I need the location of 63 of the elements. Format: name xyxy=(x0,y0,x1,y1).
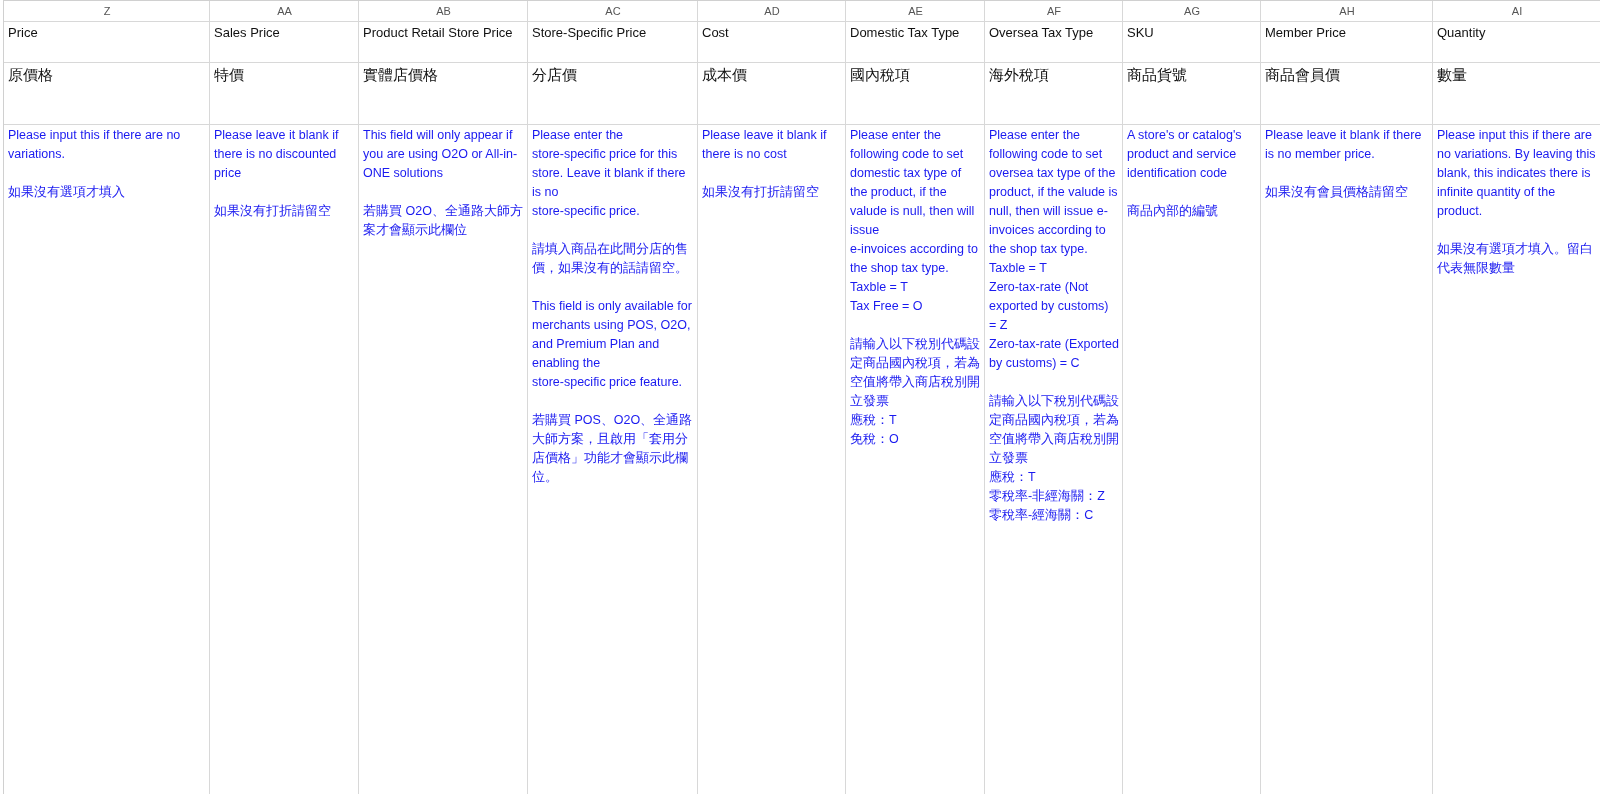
note-text: Please enter the xyxy=(532,127,625,144)
column-header: 商品貨號 xyxy=(1127,66,1187,83)
note-text: Please enter the following code to set oversea tax type of the product, if the valude is null, then will issue e-invoices according to the shop tax type. xyxy=(989,127,1119,258)
column-header: Quantity xyxy=(1437,25,1486,40)
column-header: Member Price xyxy=(1265,25,1346,40)
column-header: Sales Price xyxy=(214,25,280,40)
column-letter: AD xyxy=(764,5,780,17)
note-text: Please input this if there are no variations. xyxy=(8,127,182,163)
column-letter: AI xyxy=(1511,5,1523,17)
note-text: 零稅率-非經海關：Z xyxy=(989,488,1106,505)
column-letter: AB xyxy=(436,5,451,17)
column-header: Price xyxy=(8,25,38,40)
column-letter: AC xyxy=(605,5,621,17)
note-text: 如果沒有打折請留空 xyxy=(702,184,820,201)
note-text: 若購買 POS、O2O、全通路大師方案，且啟用「套用分店價格」功能才會顯示此欄位。 xyxy=(532,412,694,486)
column-header: 數量 xyxy=(1437,66,1467,83)
note-text: 應稅：T xyxy=(989,469,1037,486)
note-text: Tax Free = O xyxy=(850,298,924,315)
note-text: Please input this if there are no variations. By leaving this blank, this indicates there is infinite quantity of the product. xyxy=(1437,127,1597,220)
column-letter: AF xyxy=(1046,5,1062,17)
column-header: SKU xyxy=(1127,25,1154,40)
note-text: Zero-tax-rate (Exported by customs) = C xyxy=(989,336,1119,372)
note-text: 請填入商品在此間分店的售價，如果沒有的話請留空。 xyxy=(532,241,689,277)
column-header: Domestic Tax Type xyxy=(850,25,960,40)
note-text: 如果沒有會員價格請留空 xyxy=(1265,184,1409,201)
note-text: Please leave it blank if there is no discounted price xyxy=(214,127,340,182)
note-text: store-specific price feature. xyxy=(532,374,684,391)
column-letter: Z xyxy=(103,5,111,17)
column-letter: AE xyxy=(908,5,923,17)
column-header: 海外稅項 xyxy=(989,66,1049,83)
note-text: This field will only appear if you are using O2O or All-in-ONE solutions xyxy=(363,127,519,182)
note-text: store-specific price. xyxy=(532,203,641,220)
column-header: 特價 xyxy=(214,66,244,83)
note-text: Please leave it blank if there is no member price. xyxy=(1265,127,1423,163)
note-text: 免稅：O xyxy=(850,431,900,448)
note-text: 請輸入以下稅別代碼設定商品國內稅項，若為空值將帶入商店稅別開立發票 xyxy=(850,336,981,410)
note-text: 零稅率-經海關：C xyxy=(989,507,1095,524)
column-header: 成本價 xyxy=(702,66,747,83)
note-text: Taxble = T xyxy=(989,260,1048,277)
note-text: Zero-tax-rate (Not exported by customs) = Z xyxy=(989,279,1110,334)
note-text: e-invoices according to the shop tax type. xyxy=(850,241,979,277)
column-header: 商品會員價 xyxy=(1265,66,1340,83)
note-text: A store's or catalog's product and service identification code xyxy=(1127,127,1243,182)
column-letter: AG xyxy=(1184,5,1200,17)
column-header: Cost xyxy=(702,25,729,40)
note-text: 如果沒有打折請留空 xyxy=(214,203,332,220)
column-letter: AA xyxy=(277,5,292,17)
note-text: 如果沒有選項才填入 xyxy=(8,184,126,201)
note-text: 若購買 O2O、全通路大師方案才會顯示此欄位 xyxy=(363,203,524,239)
note-text: Taxble = T xyxy=(850,279,909,296)
column-header: 分店價 xyxy=(532,66,577,83)
note-text: 如果沒有選項才填入。留白代表無限數量 xyxy=(1437,241,1594,277)
column-header: 實體店價格 xyxy=(363,66,438,83)
note-text: 請輸入以下稅別代碼設定商品國內稅項，若為空值將帶入商店稅別開立發票 xyxy=(989,393,1119,467)
note-text: 商品內部的編號 xyxy=(1127,203,1219,220)
column-header: Product Retail Store Price xyxy=(363,25,513,40)
column-letter: AH xyxy=(1339,5,1355,17)
column-header: 國內稅項 xyxy=(850,66,910,83)
note-text: 應稅：T xyxy=(850,412,898,429)
note-text: Please leave it blank if there is no cost xyxy=(702,127,828,163)
column-header: Store-Specific Price xyxy=(532,25,647,40)
column-header: 原價格 xyxy=(8,66,53,83)
column-header: Oversea Tax Type xyxy=(989,25,1094,40)
